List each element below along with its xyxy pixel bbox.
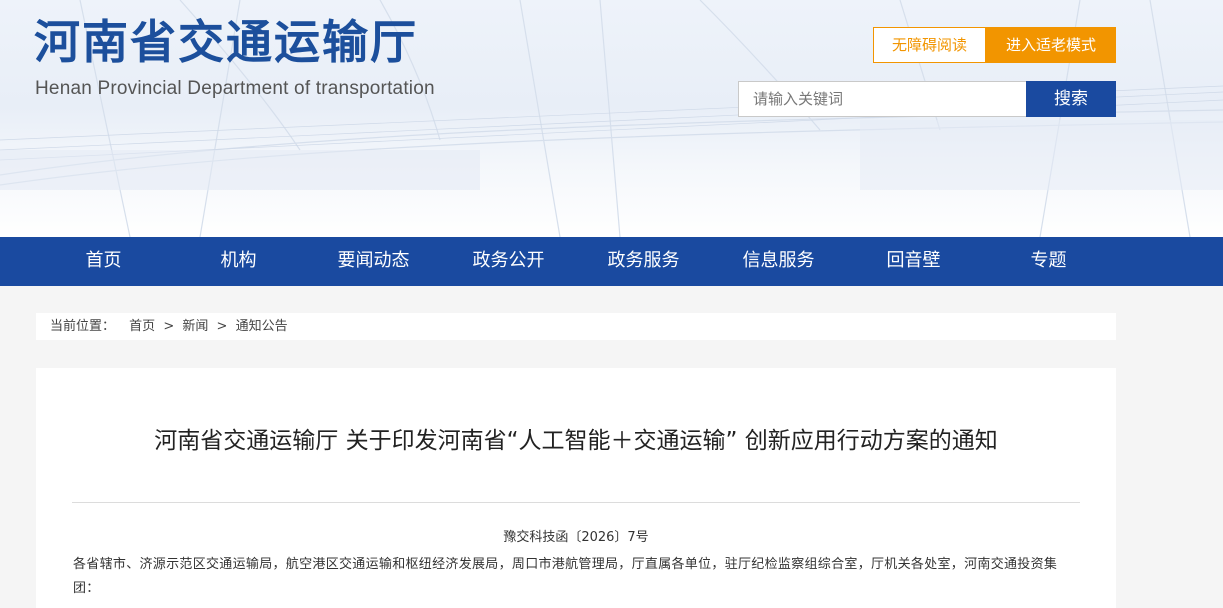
- site-header: 河南省交通运输厅 Henan Provincial Department of …: [0, 0, 1223, 237]
- search-input[interactable]: [738, 81, 1027, 117]
- nav-item-topics[interactable]: 专题: [981, 237, 1116, 286]
- title-divider: [72, 502, 1080, 503]
- site-logo-subtitle: Henan Provincial Department of transport…: [35, 78, 435, 99]
- breadcrumb-label: 当前位置：: [50, 319, 116, 334]
- breadcrumb-item-notices[interactable]: 通知公告: [236, 319, 288, 334]
- breadcrumb: 当前位置： 首页 > 新闻 > 通知公告: [36, 313, 1116, 340]
- article-container: 河南省交通运输厅 关于印发河南省“人工智能＋交通运输” 创新应用行动方案的通知 …: [36, 368, 1116, 608]
- breadcrumb-item-home[interactable]: 首页: [129, 319, 155, 334]
- main-nav: 首页 机构 要闻动态 政务公开 政务服务 信息服务 回音壁 专题: [0, 237, 1223, 286]
- breadcrumb-separator: >: [163, 319, 175, 334]
- nav-item-feedback-wall[interactable]: 回音壁: [846, 237, 981, 286]
- document-number: 豫交科技函〔2026〕7号: [503, 530, 649, 545]
- breadcrumb-separator: >: [216, 319, 228, 334]
- article-body-paragraph: 各省辖市、济源示范区交通运输局，航空港区交通运输和枢纽经济发展局，周口市港航管理…: [73, 557, 1058, 596]
- search-button[interactable]: 搜索: [1026, 81, 1116, 117]
- article-title: 河南省交通运输厅 关于印发河南省“人工智能＋交通运输” 创新应用行动方案的通知: [154, 428, 998, 454]
- elder-mode-button[interactable]: 进入适老模式: [986, 27, 1116, 63]
- nav-item-organization[interactable]: 机构: [171, 237, 306, 286]
- site-logo-title[interactable]: 河南省交通运输厅: [34, 6, 418, 72]
- accessible-read-button[interactable]: 无障碍阅读: [873, 27, 986, 63]
- breadcrumb-item-news[interactable]: 新闻: [182, 319, 208, 334]
- nav-item-home[interactable]: 首页: [36, 237, 171, 286]
- nav-item-news[interactable]: 要闻动态: [306, 237, 441, 286]
- nav-item-info-services[interactable]: 信息服务: [711, 237, 846, 286]
- nav-item-gov-services[interactable]: 政务服务: [576, 237, 711, 286]
- nav-item-gov-affairs-open[interactable]: 政务公开: [441, 237, 576, 286]
